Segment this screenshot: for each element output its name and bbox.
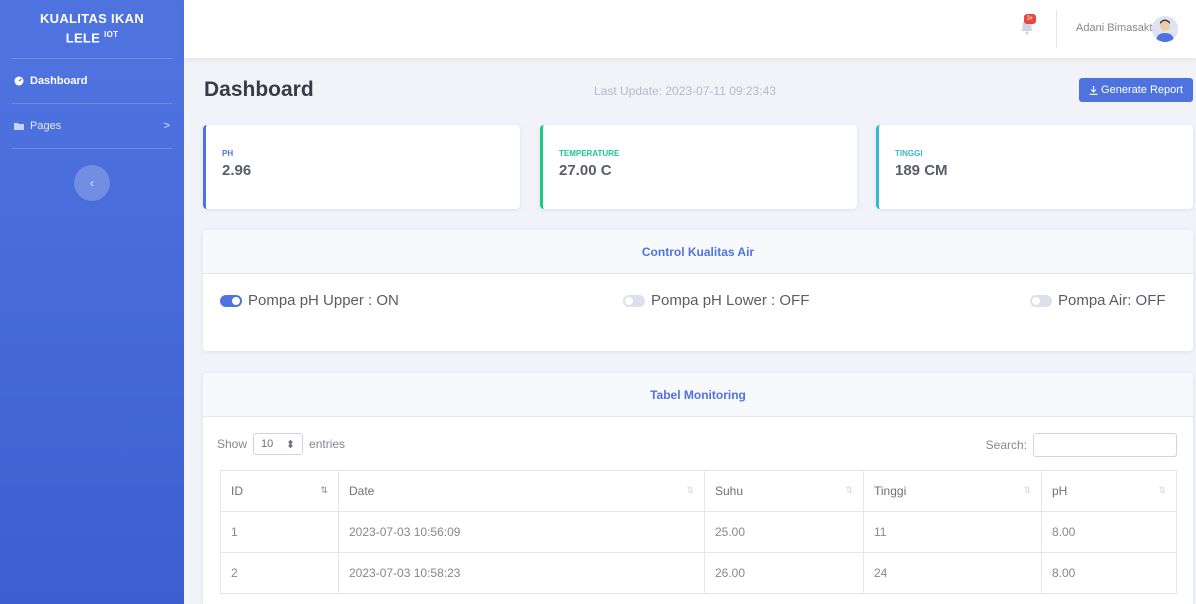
- switch-row: Pompa pH Upper : ON Pompa pH Lower : OFF…: [203, 274, 1193, 351]
- brand-line2: LELE IOT: [65, 30, 119, 46]
- switch-label: Pompa pH Upper : ON: [248, 292, 399, 309]
- entries-value: 10: [261, 438, 274, 450]
- pompa-ph-upper-switch[interactable]: Pompa pH Upper : ON: [220, 292, 399, 309]
- table-row: 2 2023-07-03 10:58:23 26.00 24 8.00: [220, 552, 1177, 594]
- cell-ph: 8.00: [1041, 511, 1177, 553]
- sort-icon: ⇅: [845, 485, 853, 495]
- brand-sup: IOT: [104, 30, 119, 40]
- cell-id: 1: [220, 511, 339, 553]
- sidebar: KUALITAS IKAN LELE IOT Dashboard Pages >…: [0, 0, 184, 604]
- toggle-off-icon[interactable]: [1030, 294, 1052, 307]
- sort-asc-icon: ⇅: [320, 485, 328, 495]
- column-header-id[interactable]: ID ⇅: [220, 470, 339, 512]
- search-label: Search:: [985, 438, 1027, 452]
- cell-tinggi: 11: [863, 511, 1042, 553]
- folder-icon: [14, 123, 24, 130]
- sidebar-divider: [12, 148, 172, 149]
- pompa-ph-lower-switch[interactable]: Pompa pH Lower : OFF: [623, 292, 809, 309]
- brand-line1: KUALITAS IKAN: [39, 11, 145, 27]
- tinggi-stat-card: TINGGI 189 CM: [876, 125, 1193, 209]
- cell-suhu: 26.00: [704, 552, 864, 594]
- generate-report-button[interactable]: Generate Report: [1079, 78, 1193, 102]
- table-search: Search:: [986, 433, 1177, 457]
- column-header-tinggi[interactable]: Tinggi ⇅: [863, 470, 1042, 512]
- avatar-icon: [1156, 19, 1174, 42]
- ph-label: PH: [222, 149, 234, 158]
- notification-badge: 3+: [1024, 14, 1036, 24]
- sort-icon: ⇅: [1023, 485, 1031, 495]
- ph-stat-card: PH 2.96: [203, 125, 520, 209]
- column-header-suhu[interactable]: Suhu ⇅: [704, 470, 864, 512]
- entries-label: entries: [309, 437, 346, 451]
- ph-value: 2.96: [222, 162, 252, 179]
- cell-date: 2023-07-03 10:56:09: [338, 511, 705, 553]
- show-label: Show: [217, 437, 248, 451]
- avatar[interactable]: [1152, 16, 1178, 42]
- tachometer-icon: [14, 76, 24, 86]
- cell-tinggi: 24: [863, 552, 1042, 594]
- pompa-air-switch[interactable]: Pompa Air: OFF: [1030, 292, 1166, 309]
- sort-icon: ⇅: [1158, 485, 1166, 495]
- temperature-value: 27.00 C: [559, 162, 612, 179]
- generate-report-label: Generate Report: [1101, 84, 1183, 96]
- sidebar-toggle-button[interactable]: ‹: [74, 165, 110, 201]
- toggle-on-icon[interactable]: [220, 294, 242, 307]
- column-header-ph[interactable]: pH ⇅: [1041, 470, 1177, 512]
- sidebar-item-label: Dashboard: [30, 75, 88, 87]
- cell-ph: 8.00: [1041, 552, 1177, 594]
- column-header-date[interactable]: Date ⇅: [338, 470, 705, 512]
- chevron-right-icon: >: [163, 120, 170, 132]
- cell-date: 2023-07-03 10:58:23: [338, 552, 705, 594]
- select-arrows-icon: ⬍: [285, 438, 296, 451]
- monitoring-table: ID ⇅ Date ⇅ Suhu ⇅ Tinggi ⇅ pH ⇅ 1 2023-07-03…: [220, 470, 1177, 594]
- page-title: Dashboard: [204, 78, 314, 101]
- control-card: Control Kualitas Air Pompa pH Upper : ON…: [203, 230, 1193, 351]
- toggle-off-icon[interactable]: [623, 294, 645, 307]
- topbar: 3+ Adani Bimasakti: [184, 0, 1196, 58]
- control-card-title: Control Kualitas Air: [203, 230, 1193, 274]
- user-name[interactable]: Adani Bimasakti: [1076, 22, 1155, 34]
- chevron-left-icon: ‹: [90, 176, 94, 190]
- temperature-label: TEMPERATURE: [559, 149, 620, 158]
- sidebar-item-label: Pages: [30, 120, 62, 132]
- entries-select[interactable]: 10 ⬍: [253, 433, 304, 455]
- tinggi-value: 189 CM: [895, 162, 948, 179]
- tinggi-label: TINGGI: [895, 149, 923, 158]
- table-header-row: ID ⇅ Date ⇅ Suhu ⇅ Tinggi ⇅ pH ⇅: [220, 470, 1177, 512]
- sidebar-brand[interactable]: KUALITAS IKAN LELE IOT: [0, 0, 184, 58]
- download-icon: [1089, 85, 1098, 95]
- last-update-text: Last Update: 2023-07-11 09:23:43: [594, 84, 776, 98]
- cell-suhu: 25.00: [704, 511, 864, 553]
- monitoring-card-title: Tabel Monitoring: [203, 373, 1193, 417]
- table-row: 1 2023-07-03 10:56:09 25.00 11 8.00: [220, 511, 1177, 553]
- monitoring-card: Tabel Monitoring Show 10 ⬍ entries Searc…: [203, 373, 1193, 604]
- temperature-stat-card: TEMPERATURE 27.00 C: [540, 125, 857, 209]
- search-input[interactable]: [1033, 433, 1177, 457]
- switch-label: Pompa pH Lower : OFF: [651, 292, 810, 309]
- sort-icon: ⇅: [686, 485, 694, 495]
- sidebar-item-pages[interactable]: Pages >: [0, 104, 184, 148]
- entries-length-control: Show 10 ⬍ entries: [217, 433, 345, 455]
- table-controls: Show 10 ⬍ entries Search:: [203, 417, 1193, 473]
- topbar-divider: [1056, 10, 1057, 48]
- switch-label: Pompa Air: OFF: [1058, 292, 1166, 309]
- cell-id: 2: [220, 552, 339, 594]
- sidebar-item-dashboard[interactable]: Dashboard: [0, 59, 184, 103]
